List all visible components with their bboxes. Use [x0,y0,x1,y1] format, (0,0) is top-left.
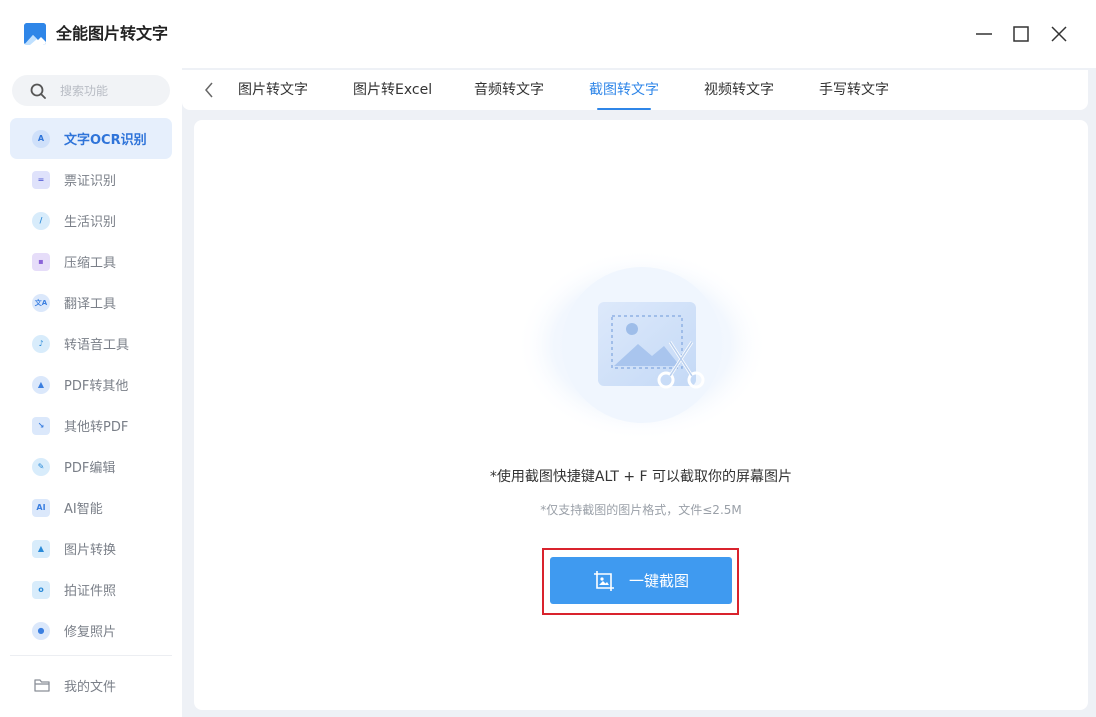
image-icon: ▲ [32,539,50,558]
tab-image-to-text[interactable]: 图片转文字 [238,70,308,110]
sidebar-item-label: 其他转PDF [64,420,129,435]
sidebar-divider [10,655,172,656]
sidebar-item-other-to-pdf[interactable]: ↘ 其他转PDF [0,405,182,446]
sidebar-item-label: PDF编辑 [64,461,116,476]
sidebar-item-ai[interactable]: AI AI智能 [0,487,182,528]
sidebar-item-label: AI智能 [64,502,103,517]
search-icon [30,83,46,99]
shortcut-hint: *使用截图快捷键ALT + F 可以截取你的屏幕图片 [489,469,793,485]
minimize-icon [976,33,992,35]
sidebar-item-text-ocr[interactable]: A 文字OCR识别 [10,118,172,159]
pen-icon: / [32,211,50,230]
tab-bar: 图片转文字 图片转Excel 音频转文字 截图转文字 视频转文字 手写转文字 [182,70,1088,110]
sidebar-item-label: 我的文件 [64,679,117,695]
sidebar-item-image-convert[interactable]: ▲ 图片转换 [0,528,182,569]
tab-image-to-excel[interactable]: 图片转Excel [353,70,432,110]
convert-to-pdf-icon: ↘ [32,416,50,435]
text-ocr-icon: A [32,129,50,148]
sidebar-item-label: 票证识别 [64,174,117,189]
sidebar-item-label: 文字OCR识别 [64,133,147,148]
sidebar-item-label: 压缩工具 [64,256,117,271]
sidebar-item-label: 翻译工具 [64,297,117,312]
sidebar-item-label: 生活识别 [64,215,117,230]
minimize-button[interactable] [972,22,996,46]
content-panel: *使用截图快捷键ALT + F 可以截取你的屏幕图片 *仅支持截图的图片格式，文… [194,120,1088,710]
ticket-icon: = [32,170,50,189]
close-button[interactable] [1047,22,1071,46]
maximize-icon [1013,26,1029,42]
sidebar-item-repair-photo[interactable]: ● 修复照片 [0,610,182,651]
sidebar-item-translate-tools[interactable]: 文A 翻译工具 [0,282,182,323]
folder-icon [34,679,50,692]
pdf-icon: ▲ [32,375,50,394]
search-box[interactable] [12,75,170,106]
sidebar-item-tts-tools[interactable]: ♪ 转语音工具 [0,323,182,364]
main-area: 图片转文字 图片转Excel 音频转文字 截图转文字 视频转文字 手写转文字 *… [182,68,1096,717]
tab-handwriting-to-text[interactable]: 手写转文字 [819,70,889,110]
tab-video-to-text[interactable]: 视频转文字 [704,70,774,110]
person-icon: ● [32,621,50,640]
sidebar-item-my-files[interactable]: 我的文件 [0,668,182,702]
ai-icon: AI [32,498,50,517]
sidebar-item-id-photo[interactable]: o 拍证件照 [0,569,182,610]
music-note-icon: ♪ [32,334,50,353]
capture-button-label: 一键截图 [628,572,689,590]
sidebar-item-label: 拍证件照 [64,584,117,599]
search-input[interactable] [60,83,160,98]
sidebar-item-label: PDF转其他 [64,379,129,394]
sidebar-item-label: 图片转换 [64,543,117,558]
sidebar-item-label: 修复照片 [64,625,117,640]
sidebar: A 文字OCR识别 = 票证识别 / 生活识别 ▪ 压缩工具 文A 翻译工具 ♪… [0,68,182,717]
format-hint: *仅支持截图的图片格式，文件≤2.5M [540,503,742,517]
close-icon [1051,26,1067,42]
sidebar-item-compress-tools[interactable]: ▪ 压缩工具 [0,241,182,282]
sidebar-item-ticket-recognition[interactable]: = 票证识别 [0,159,182,200]
tab-audio-to-text[interactable]: 音频转文字 [474,70,544,110]
maximize-button[interactable] [1009,22,1033,46]
one-click-capture-button[interactable]: 一键截图 [550,557,732,604]
image-logo-icon [24,23,46,45]
back-button[interactable] [200,80,218,100]
chevron-left-icon [205,82,213,98]
edit-icon: ✎ [32,457,50,476]
screenshot-illustration [514,249,770,450]
sidebar-item-pdf-to-other[interactable]: ▲ PDF转其他 [0,364,182,405]
translate-icon: 文A [32,293,50,312]
camera-icon: o [32,580,50,599]
screenshot-icon [593,570,614,591]
app-title: 全能图片转文字 [56,24,169,43]
title-bar: 全能图片转文字 [0,0,1096,68]
compress-icon: ▪ [32,252,50,271]
sidebar-nav: A 文字OCR识别 = 票证识别 / 生活识别 ▪ 压缩工具 文A 翻译工具 ♪… [0,118,182,651]
sidebar-item-life-recognition[interactable]: / 生活识别 [0,200,182,241]
tab-screenshot-to-text[interactable]: 截图转文字 [589,70,659,110]
sidebar-item-label: 转语音工具 [64,338,130,353]
sidebar-item-pdf-edit[interactable]: ✎ PDF编辑 [0,446,182,487]
